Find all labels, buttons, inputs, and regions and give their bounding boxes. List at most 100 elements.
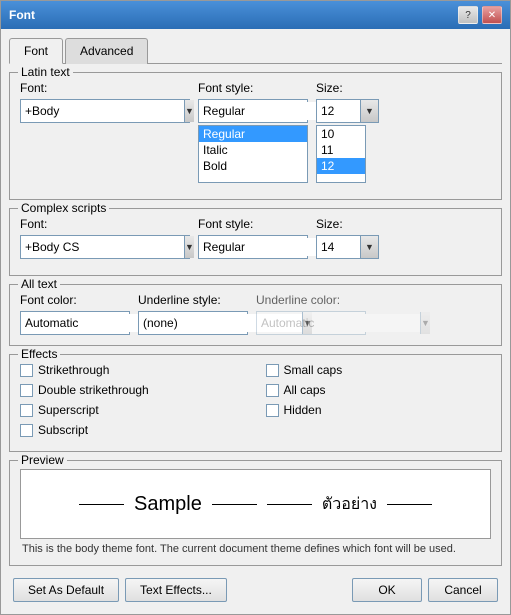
effects-grid: Strikethrough Double strikethrough Super… — [20, 363, 491, 441]
cs-font-name-col: Font: ▼ — [20, 217, 190, 259]
window-body: Font Advanced Latin text Font: ▼ Font st… — [1, 29, 510, 614]
cs-size-label: Size: — [316, 217, 379, 231]
all-caps-checkbox-box[interactable] — [266, 384, 279, 397]
title-bar: Font ? ✕ — [1, 1, 510, 29]
superscript-checkbox-box[interactable] — [20, 404, 33, 417]
font-size-label: Size: — [316, 81, 379, 95]
font-dialog: Font ? ✕ Font Advanced Latin text Font: … — [0, 0, 511, 615]
ok-button[interactable]: OK — [352, 578, 422, 602]
strikethrough-checkbox-box[interactable] — [20, 364, 33, 377]
preview-label: Preview — [18, 453, 67, 467]
font-name-label: Font: — [20, 81, 190, 95]
cs-style-col: Font style: ▼ — [198, 217, 308, 259]
underline-color-label: Underline color: — [256, 293, 366, 307]
cs-size-col: Size: ▼ — [316, 217, 379, 259]
hidden-checkbox-box[interactable] — [266, 404, 279, 417]
preview-underline-left — [79, 504, 124, 505]
cs-size-combo[interactable]: ▼ — [316, 235, 379, 259]
preview-underline-mid1 — [212, 504, 257, 505]
double-strikethrough-label: Double strikethrough — [38, 383, 149, 397]
cs-style-combo[interactable]: ▼ — [198, 235, 308, 259]
checkbox-double-strikethrough[interactable]: Double strikethrough — [20, 383, 246, 397]
underline-color-input — [257, 314, 420, 332]
font-style-combo[interactable]: ▼ — [198, 99, 308, 123]
checkbox-strikethrough[interactable]: Strikethrough — [20, 363, 246, 377]
footer-right: OK Cancel — [352, 578, 498, 602]
help-button[interactable]: ? — [458, 6, 478, 24]
preview-underline-right — [387, 504, 432, 505]
font-style-list[interactable]: Regular Italic Bold — [198, 125, 308, 183]
cs-size-dropdown-btn[interactable]: ▼ — [360, 236, 378, 258]
font-size-input[interactable] — [317, 100, 360, 122]
style-list-item-italic[interactable]: Italic — [199, 142, 307, 158]
font-size-dropdown-btn[interactable]: ▼ — [360, 100, 378, 122]
strikethrough-label: Strikethrough — [38, 363, 109, 377]
latin-text-row1: Font: ▼ Font style: ▼ Regular Ital — [20, 81, 491, 183]
underline-style-col: Underline style: ▼ — [138, 293, 248, 335]
style-list-item-bold[interactable]: Bold — [199, 158, 307, 174]
font-color-combo[interactable]: ▼ — [20, 311, 130, 335]
cs-font-input[interactable] — [21, 238, 184, 256]
cs-font-combo[interactable]: ▼ — [20, 235, 190, 259]
window-title: Font — [9, 8, 35, 22]
complex-scripts-row: Font: ▼ Font style: ▼ Size: — [20, 217, 491, 259]
checkbox-all-caps[interactable]: All caps — [266, 383, 492, 397]
small-caps-checkbox-box[interactable] — [266, 364, 279, 377]
preview-line: Sample ตัวอย่าง — [33, 492, 478, 517]
checkbox-subscript[interactable]: Subscript — [20, 423, 246, 437]
effects-label: Effects — [18, 347, 60, 361]
underline-color-combo[interactable]: ▼ — [256, 311, 366, 335]
latin-text-label: Latin text — [18, 65, 73, 79]
latin-text-section: Latin text Font: ▼ Font style: ▼ — [9, 72, 502, 200]
checkbox-hidden[interactable]: Hidden — [266, 403, 492, 417]
checkbox-superscript[interactable]: Superscript — [20, 403, 246, 417]
cs-size-input[interactable] — [317, 238, 360, 256]
hidden-label: Hidden — [284, 403, 322, 417]
font-name-dropdown-btn[interactable]: ▼ — [184, 100, 194, 122]
font-color-col: Font color: ▼ — [20, 293, 130, 335]
complex-scripts-section: Complex scripts Font: ▼ Font style: ▼ — [9, 208, 502, 276]
font-size-list[interactable]: 10 11 12 — [316, 125, 366, 183]
superscript-label: Superscript — [38, 403, 99, 417]
font-name-combo[interactable]: ▼ — [20, 99, 190, 123]
effects-col-left: Strikethrough Double strikethrough Super… — [20, 363, 246, 441]
font-size-col: Size: ▼ 10 11 12 — [316, 81, 379, 183]
tab-advanced[interactable]: Advanced — [65, 38, 148, 64]
preview-sample: Sample — [134, 493, 202, 516]
preview-underline-mid2 — [267, 504, 312, 505]
cs-style-label: Font style: — [198, 217, 308, 231]
footer-left: Set As Default Text Effects... — [13, 578, 227, 602]
all-text-section: All text Font color: ▼ Underline style: … — [9, 284, 502, 346]
preview-section: Preview Sample ตัวอย่าง This is the body… — [9, 460, 502, 566]
underline-color-dropdown-btn: ▼ — [420, 312, 430, 334]
text-effects-button[interactable]: Text Effects... — [125, 578, 227, 602]
size-list-item-12[interactable]: 12 — [317, 158, 365, 174]
all-text-label: All text — [18, 277, 60, 291]
footer: Set As Default Text Effects... OK Cancel — [9, 572, 502, 606]
set-as-default-button[interactable]: Set As Default — [13, 578, 119, 602]
underline-style-label: Underline style: — [138, 293, 248, 307]
font-name-input[interactable] — [21, 102, 184, 120]
subscript-checkbox-box[interactable] — [20, 424, 33, 437]
title-bar-controls: ? ✕ — [458, 6, 502, 24]
font-style-col: Font style: ▼ Regular Italic Bold — [198, 81, 308, 183]
tab-bar: Font Advanced — [9, 37, 502, 64]
all-text-row: Font color: ▼ Underline style: ▼ — [20, 293, 491, 335]
size-list-item-10[interactable]: 10 — [317, 126, 365, 142]
underline-color-col: Underline color: ▼ — [256, 293, 366, 335]
tab-font[interactable]: Font — [9, 38, 63, 64]
style-list-item-regular[interactable]: Regular — [199, 126, 307, 142]
cancel-button[interactable]: Cancel — [428, 578, 498, 602]
complex-scripts-label: Complex scripts — [18, 201, 109, 215]
font-name-col: Font: ▼ — [20, 81, 190, 123]
size-list-item-11[interactable]: 11 — [317, 142, 365, 158]
checkbox-small-caps[interactable]: Small caps — [266, 363, 492, 377]
effects-section: Effects Strikethrough Double strikethrou… — [9, 354, 502, 452]
cs-font-dropdown-btn[interactable]: ▼ — [184, 236, 194, 258]
close-button[interactable]: ✕ — [482, 6, 502, 24]
cs-font-label: Font: — [20, 217, 190, 231]
double-strikethrough-checkbox-box[interactable] — [20, 384, 33, 397]
underline-style-combo[interactable]: ▼ — [138, 311, 248, 335]
subscript-label: Subscript — [38, 423, 88, 437]
effects-col-right: Small caps All caps Hidden — [266, 363, 492, 441]
